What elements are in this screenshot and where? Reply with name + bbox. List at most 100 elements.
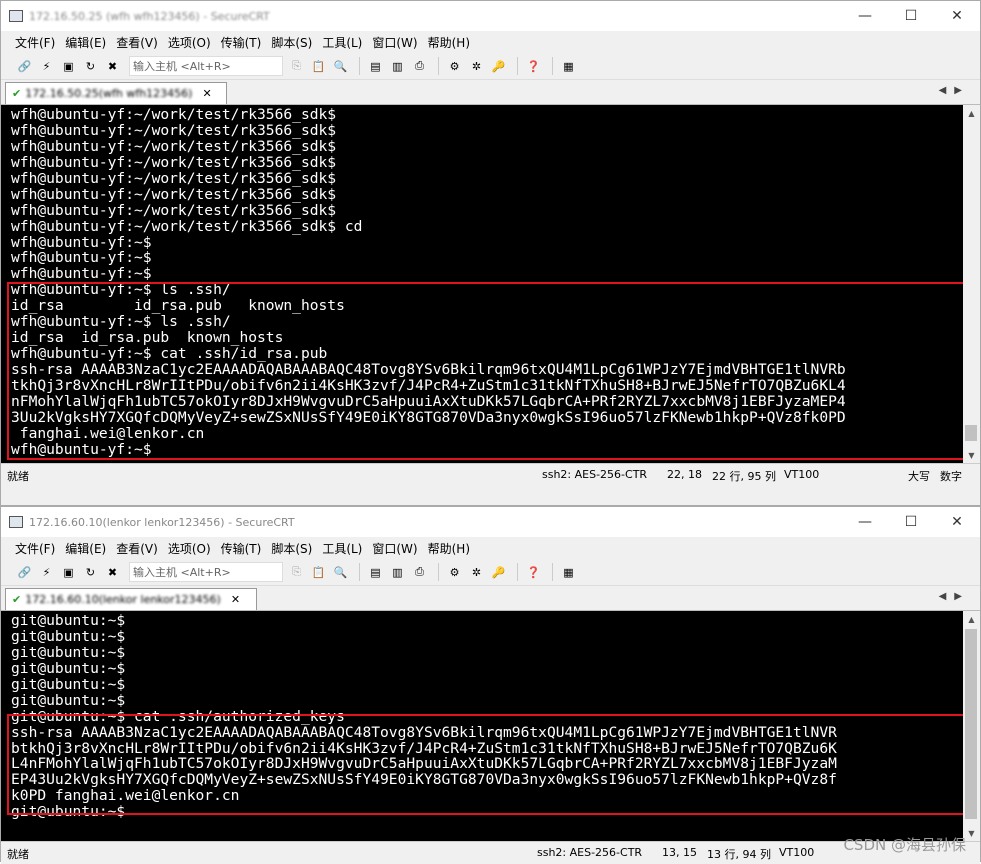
terminal-line: wfh@ubuntu-yf:~/work/test/rk3566_sdk$ — [11, 154, 337, 171]
terminal-line: wfh@ubuntu-yf:~/work/test/rk3566_sdk$ — [11, 122, 337, 139]
print-setup-icon[interactable]: ▤ — [366, 57, 385, 76]
paste-icon[interactable]: 📋 — [309, 57, 328, 76]
copy-icon[interactable]: ⎘ — [287, 57, 306, 76]
title-bar[interactable]: 172.16.50.25 (wfh wfh123456) - SecureCRT… — [1, 1, 980, 31]
minimize-icon[interactable]: — — [842, 507, 888, 537]
menu-transfer[interactable]: 传输(T) — [221, 34, 262, 51]
disconnect-icon[interactable]: ✖ — [103, 57, 122, 76]
menu-file[interactable]: 文件(F) — [15, 34, 55, 51]
toolbar: 🔗 ⚡ ▣ ↻ ✖ 输入主机 <Alt+R> ⎘ 📋 🔍 ▤ ▥ ⎙ ⚙ ✲ 🔑… — [1, 559, 980, 586]
keymap-icon[interactable]: 🔑 — [489, 563, 508, 582]
terminal[interactable]: git@ubuntu:~$ git@ubuntu:~$ git@ubuntu:~$ g… — [1, 611, 980, 841]
menu-edit[interactable]: 编辑(E) — [65, 540, 106, 557]
reconnect-icon[interactable]: ↻ — [81, 57, 100, 76]
scrollbar[interactable]: ▲ ▼ — [963, 105, 980, 463]
menu-help[interactable]: 帮助(H) — [428, 34, 470, 51]
scroll-down-icon[interactable]: ▼ — [963, 447, 980, 463]
maximize-icon[interactable]: ☐ — [888, 1, 934, 31]
menu-tools[interactable]: 工具(L) — [322, 34, 362, 51]
quick-connect-icon[interactable]: ⚡ — [37, 57, 56, 76]
global-options-icon[interactable]: ✲ — [467, 57, 486, 76]
maximize-icon[interactable]: ☐ — [888, 507, 934, 537]
terminal-line: git@ubuntu:~$ — [11, 628, 126, 645]
status-bar: 就绪 ssh2: AES-256-CTR 22, 18 22 行, 95 列 V… — [1, 463, 980, 486]
session-options-icon[interactable]: ⚙ — [445, 563, 464, 582]
app-icon — [9, 10, 23, 22]
quick-connect-icon[interactable]: ⚡ — [37, 563, 56, 582]
disconnect-icon[interactable]: ✖ — [103, 563, 122, 582]
menu-options[interactable]: 选项(O) — [168, 540, 211, 557]
print-selection-icon[interactable]: ▥ — [388, 57, 407, 76]
tab-scroll-arrows-icon[interactable]: ◀▶ — [939, 591, 970, 602]
reconnect-icon[interactable]: ↻ — [81, 563, 100, 582]
scroll-up-icon[interactable]: ▲ — [963, 105, 980, 121]
session-tab[interactable]: ✔ 172.16.60.10(lenkor lenkor123456) ✕ — [5, 588, 257, 610]
print-selection-icon[interactable]: ▥ — [388, 563, 407, 582]
watermark: CSDN @海县孙保 — [843, 836, 966, 854]
paste-icon[interactable]: 📋 — [309, 563, 328, 582]
tab-close-icon[interactable]: ✕ — [202, 87, 211, 100]
global-options-icon[interactable]: ✲ — [467, 563, 486, 582]
print-icon[interactable]: ⎙ — [410, 57, 429, 76]
scroll-thumb[interactable] — [965, 629, 977, 819]
tab-bar: ✔ 172.16.50.25(wfh wfh123456) ✕ ◀▶ — [1, 80, 980, 105]
menu-view[interactable]: 查看(V) — [116, 540, 158, 557]
status-cipher: ssh2: AES-256-CTR — [537, 846, 643, 859]
find-icon[interactable]: 🔍 — [331, 57, 350, 76]
status-position: 22, 18 — [667, 468, 702, 481]
terminal[interactable]: wfh@ubuntu-yf:~/work/test/rk3566_sdk$wfh… — [1, 105, 980, 463]
tab-scroll-arrows-icon[interactable]: ◀▶ — [939, 85, 970, 96]
print-setup-icon[interactable]: ▤ — [366, 563, 385, 582]
keymap-icon[interactable]: 🔑 — [489, 57, 508, 76]
host-input[interactable]: 输入主机 <Alt+R> — [129, 56, 283, 76]
connected-check-icon: ✔ — [12, 593, 22, 606]
status-terminal-type: VT100 — [784, 468, 820, 481]
connect-tab-icon[interactable]: ▣ — [59, 563, 78, 582]
status-rowcol: 13 行, 94 列 — [707, 848, 771, 861]
connect-icon[interactable]: 🔗 — [15, 563, 34, 582]
status-cipher: ssh2: AES-256-CTR — [542, 468, 648, 481]
session-options-icon[interactable]: ⚙ — [445, 57, 464, 76]
help-icon[interactable]: ❓ — [524, 57, 543, 76]
tab-close-icon[interactable]: ✕ — [231, 593, 240, 606]
close-icon[interactable]: ✕ — [934, 1, 980, 31]
status-ready: 就绪 — [7, 848, 29, 861]
separator — [359, 563, 360, 581]
tab-label: 172.16.50.25(wfh wfh123456) — [25, 87, 193, 100]
separator — [359, 57, 360, 75]
scroll-up-icon[interactable]: ▲ — [963, 611, 980, 627]
connect-tab-icon[interactable]: ▣ — [59, 57, 78, 76]
print-icon[interactable]: ⎙ — [410, 563, 429, 582]
menu-view[interactable]: 查看(V) — [116, 34, 158, 51]
menu-script[interactable]: 脚本(S) — [271, 34, 312, 51]
find-icon[interactable]: 🔍 — [331, 563, 350, 582]
host-input[interactable]: 输入主机 <Alt+R> — [129, 562, 283, 582]
menu-options[interactable]: 选项(O) — [168, 34, 211, 51]
status-num: 数字 — [940, 470, 962, 483]
menu-help[interactable]: 帮助(H) — [428, 540, 470, 557]
separator — [552, 57, 553, 75]
status-position: 13, 15 — [662, 846, 697, 859]
menu-transfer[interactable]: 传输(T) — [221, 540, 262, 557]
menu-window[interactable]: 窗口(W) — [372, 34, 417, 51]
terminal-line: wfh@ubuntu-yf:~$ — [11, 266, 152, 283]
menu-script[interactable]: 脚本(S) — [271, 540, 312, 557]
menu-tools[interactable]: 工具(L) — [322, 540, 362, 557]
sftp-icon[interactable]: ▦ — [559, 57, 578, 76]
connect-icon[interactable]: 🔗 — [15, 57, 34, 76]
sftp-icon[interactable]: ▦ — [559, 563, 578, 582]
minimize-icon[interactable]: — — [842, 1, 888, 31]
title-bar[interactable]: 172.16.60.10(lenkor lenkor123456) - Secu… — [1, 507, 980, 537]
scroll-thumb[interactable] — [965, 425, 977, 441]
session-tab[interactable]: ✔ 172.16.50.25(wfh wfh123456) ✕ — [5, 82, 227, 104]
terminal-line: git@ubuntu:~$ — [11, 644, 126, 661]
separator — [552, 563, 553, 581]
copy-icon[interactable]: ⎘ — [287, 563, 306, 582]
menu-edit[interactable]: 编辑(E) — [65, 34, 106, 51]
terminal-line: git@ubuntu:~$ — [11, 692, 126, 709]
help-icon[interactable]: ❓ — [524, 563, 543, 582]
close-icon[interactable]: ✕ — [934, 507, 980, 537]
menu-file[interactable]: 文件(F) — [15, 540, 55, 557]
menu-window[interactable]: 窗口(W) — [372, 540, 417, 557]
scrollbar[interactable]: ▲ ▼ — [963, 611, 980, 841]
